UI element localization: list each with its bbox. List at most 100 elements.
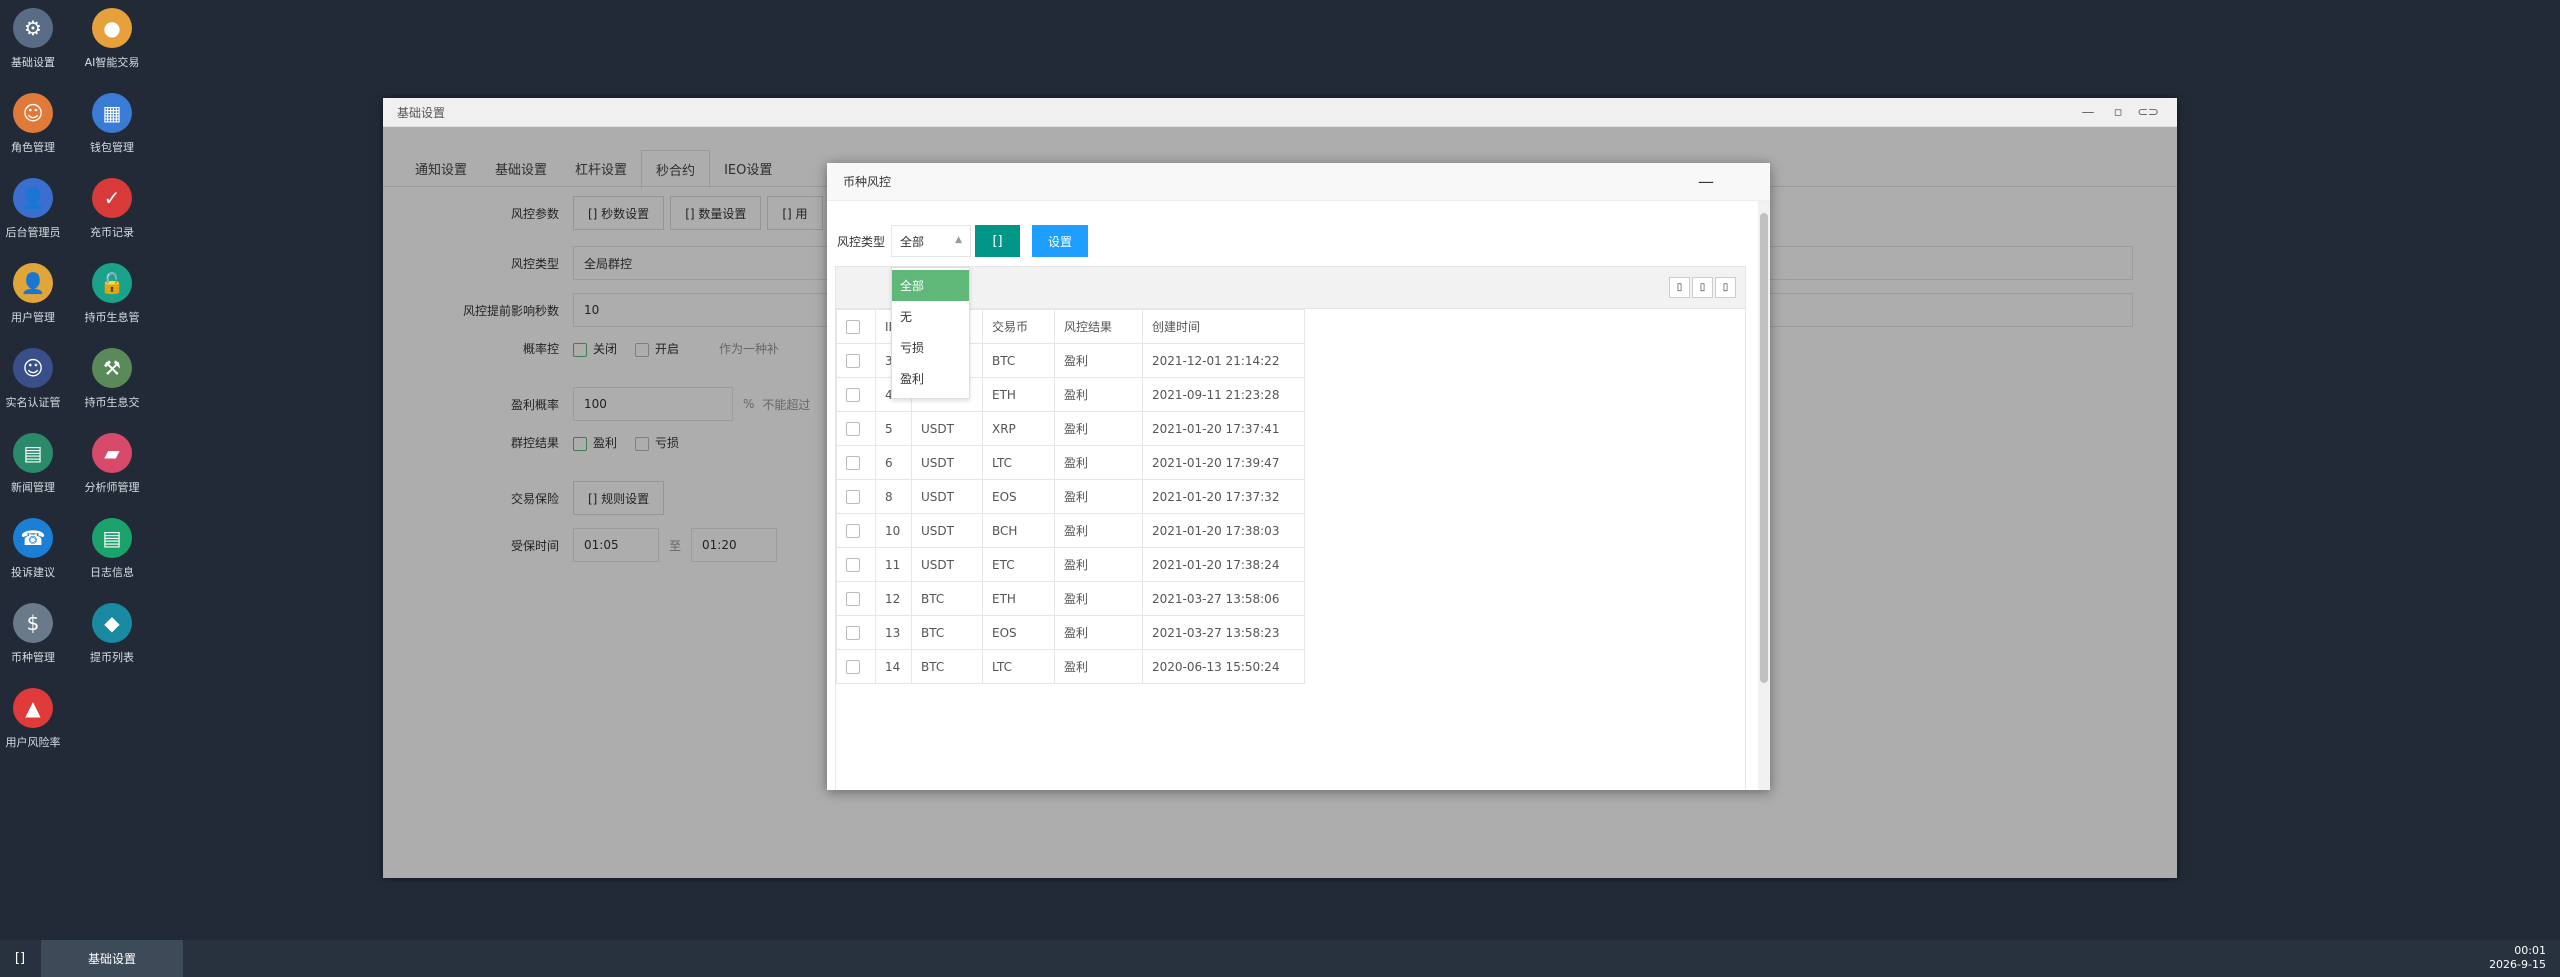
cell-risk-result: 盈利 <box>1054 649 1143 684</box>
select-all-checkbox[interactable] <box>846 319 860 334</box>
risk-type-filter-select[interactable]: 全部 ▲ <box>891 225 972 257</box>
table-toolbar: ▯ ▯ ▯ <box>835 266 1746 309</box>
cell-risk-result: 盈利 <box>1054 615 1143 650</box>
cell-id: 5 <box>875 411 912 446</box>
row-checkbox[interactable] <box>846 591 860 606</box>
maximize-icon[interactable]: ▫ <box>2103 105 2133 120</box>
desktop-icon-4[interactable]: 👤 后台管理员 <box>0 178 73 240</box>
cell-risk-result: 盈利 <box>1054 581 1143 616</box>
hammer-icon: ⚒ <box>92 348 132 388</box>
desktop-icon-label: 投诉建议 <box>11 566 55 579</box>
table-row[interactable]: 6 USDT LTC 盈利 2021-01-20 17:39:47 <box>836 445 1305 480</box>
gear-icon: ⚙ <box>13 8 53 48</box>
cell-id: 13 <box>875 615 912 650</box>
print-icon[interactable]: ▯ <box>1715 277 1736 298</box>
cell-base-coin: BTC <box>911 649 983 684</box>
row-checkbox[interactable] <box>846 421 860 436</box>
desktop-icon-11[interactable]: ▰ 分析师管理 <box>72 433 152 495</box>
table-row[interactable]: 12 BTC ETH 盈利 2021-03-27 13:58:06 <box>836 581 1305 616</box>
log-icon: ▤ <box>92 518 132 558</box>
close-icon[interactable]: ⊂⊃ <box>2133 105 2163 120</box>
cell-quote-coin: XRP <box>982 411 1055 446</box>
start-button[interactable]: [] <box>0 940 40 977</box>
cell-risk-result: 盈利 <box>1054 547 1143 582</box>
cell-created-time: 2021-01-20 17:37:41 <box>1142 411 1305 446</box>
desktop-icon-label: 币种管理 <box>11 651 55 664</box>
desktop-icon-6[interactable]: 👤 用户管理 <box>0 263 73 325</box>
desktop-icon-5[interactable]: ✓ 充币记录 <box>72 178 152 240</box>
desktop-icon-9[interactable]: ⚒ 持币生息交 <box>72 348 152 410</box>
taskbar: [] 基础设置 00:01 2026-9-15 <box>0 940 2560 977</box>
table-row[interactable]: 10 USDT BCH 盈利 2021-01-20 17:38:03 <box>836 513 1305 548</box>
window-title: 基础设置 <box>397 105 446 120</box>
row-checkbox[interactable] <box>846 489 860 504</box>
medal-icon: ● <box>92 8 132 48</box>
desktop-icon-label: 日志信息 <box>90 566 134 579</box>
table-row[interactable]: 5 USDT XRP 盈利 2021-01-20 17:37:41 <box>836 411 1305 446</box>
desktop-icon-3[interactable]: ▦ 钱包管理 <box>72 93 152 155</box>
desktop-icon-2[interactable]: ☺ 角色管理 <box>0 93 73 155</box>
export-icon[interactable]: ▯ <box>1692 277 1713 298</box>
desktop-icon-14[interactable]: $ 币种管理 <box>0 603 73 665</box>
filter-columns-icon[interactable]: ▯ <box>1669 277 1690 298</box>
role-icon: ☺ <box>13 93 53 133</box>
clock: 00:01 2026-9-15 <box>2489 944 2546 972</box>
cell-base-coin: USDT <box>911 445 983 480</box>
cell-created-time: 2021-03-27 13:58:06 <box>1142 581 1305 616</box>
cell-risk-result: 盈利 <box>1054 513 1143 548</box>
search-button[interactable]: [] <box>975 225 1021 257</box>
row-checkbox[interactable] <box>846 625 860 640</box>
table-container: ID 币 交易币 风控结果 创建时间 3USDTBTC盈利2021-12-01 … <box>835 309 1746 790</box>
option-none[interactable]: 无 <box>892 301 969 332</box>
col-risk-result[interactable]: 风控结果 <box>1054 309 1143 344</box>
filter-selected-value: 全部 <box>900 234 925 249</box>
option-profit[interactable]: 盈利 <box>892 363 969 394</box>
table-row[interactable]: 8 USDT EOS 盈利 2021-01-20 17:37:32 <box>836 479 1305 514</box>
modal-titlebar[interactable]: 币种风控 — <box>827 163 1770 201</box>
news-icon: ▤ <box>13 433 53 473</box>
desktop-icon-1[interactable]: ● AI智能交易 <box>72 8 152 70</box>
cell-quote-coin: ETH <box>982 581 1055 616</box>
cell-id: 6 <box>875 445 912 480</box>
window-titlebar[interactable]: 基础设置 — ▫ ⊂⊃ <box>383 98 2177 127</box>
row-checkbox[interactable] <box>846 455 860 470</box>
set-button[interactable]: 设置 <box>1032 225 1089 257</box>
desktop-icon-label: 分析师管理 <box>84 481 140 494</box>
table-row[interactable]: 11 USDT ETC 盈利 2021-01-20 17:38:24 <box>836 547 1305 582</box>
table-row[interactable]: 13 BTC EOS 盈利 2021-03-27 13:58:23 <box>836 615 1305 650</box>
col-created-time[interactable]: 创建时间 <box>1142 309 1305 344</box>
desktop-icon-12[interactable]: ☎ 投诉建议 <box>0 518 73 580</box>
desktop-icon-7[interactable]: 🔓 持币生息管 <box>72 263 152 325</box>
cell-risk-result: 盈利 <box>1054 479 1143 514</box>
table-row[interactable]: 14 BTC LTC 盈利 2020-06-13 15:50:24 <box>836 649 1305 684</box>
taskbar-item-settings[interactable]: 基础设置 <box>41 940 183 977</box>
cell-quote-coin: ETH <box>982 377 1055 412</box>
modal-title: 币种风控 <box>843 175 892 189</box>
row-checkbox[interactable] <box>846 659 860 674</box>
col-quote-coin[interactable]: 交易币 <box>982 309 1055 344</box>
row-checkbox[interactable] <box>846 523 860 538</box>
desktop-icon-label: 用户管理 <box>11 311 55 324</box>
minimize-icon[interactable]: — <box>2073 105 2103 120</box>
minimize-icon[interactable]: — <box>1698 172 1714 191</box>
modal-scrollbar[interactable] <box>1758 201 1770 790</box>
cell-created-time: 2021-01-20 17:37:32 <box>1142 479 1305 514</box>
cell-created-time: 2021-01-20 17:38:24 <box>1142 547 1305 582</box>
option-loss[interactable]: 亏损 <box>892 332 969 363</box>
desktop-icon-8[interactable]: ☺ 实名认证管 <box>0 348 73 410</box>
cell-risk-result: 盈利 <box>1054 445 1143 480</box>
desktop-icon-13[interactable]: ▤ 日志信息 <box>72 518 152 580</box>
row-checkbox[interactable] <box>846 353 860 368</box>
row-checkbox[interactable] <box>846 557 860 572</box>
deposit-record-icon: ✓ <box>92 178 132 218</box>
option-all[interactable]: 全部 <box>892 270 969 301</box>
row-checkbox[interactable] <box>846 387 860 402</box>
verify-icon: ☺ <box>13 348 53 388</box>
cell-base-coin: BTC <box>911 581 983 616</box>
desktop-icon-15[interactable]: ◆ 提币列表 <box>72 603 152 665</box>
cell-created-time: 2021-12-01 21:14:22 <box>1142 343 1305 378</box>
desktop-icon-0[interactable]: ⚙ 基础设置 <box>0 8 73 70</box>
desktop-icon-16[interactable]: ▲ 用户风险率 <box>0 688 73 750</box>
desktop-icon-10[interactable]: ▤ 新闻管理 <box>0 433 73 495</box>
clock-date: 2026-9-15 <box>2489 958 2546 971</box>
